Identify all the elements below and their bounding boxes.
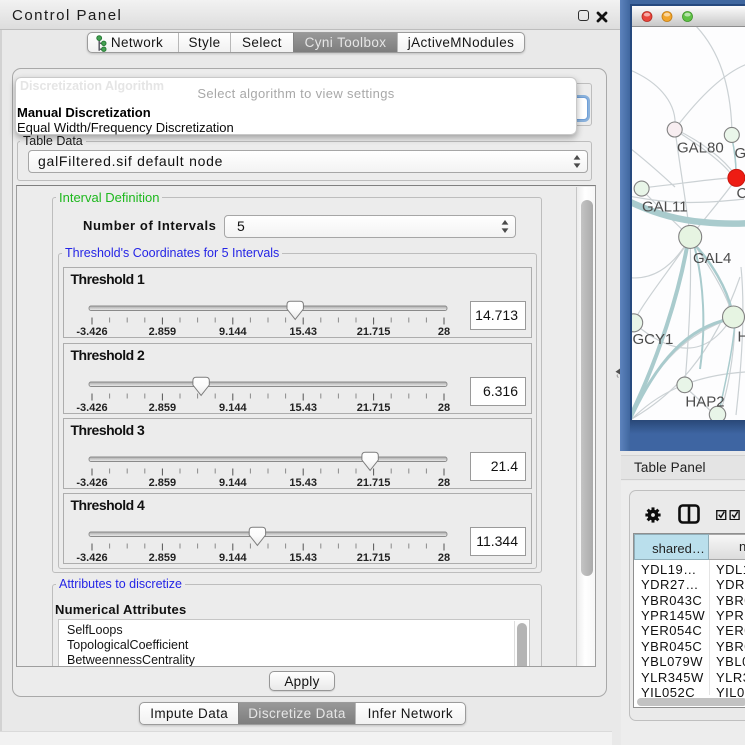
svg-text:2.859: 2.859 [149, 326, 177, 338]
svg-text:-3.426: -3.426 [76, 402, 107, 414]
svg-text:15.43: 15.43 [289, 326, 317, 338]
svg-text:28: 28 [438, 402, 450, 414]
svg-text:15.43: 15.43 [289, 477, 317, 489]
svg-text:28: 28 [438, 326, 450, 338]
svg-text:21.715: 21.715 [357, 402, 391, 414]
svg-text:-3.426: -3.426 [76, 552, 107, 564]
svg-text:2.859: 2.859 [149, 552, 177, 564]
svg-text:21.715: 21.715 [357, 477, 391, 489]
svg-text:9.144: 9.144 [219, 402, 247, 414]
svg-text:15.43: 15.43 [289, 402, 317, 414]
svg-text:-3.426: -3.426 [76, 326, 107, 338]
svg-text:28: 28 [438, 477, 450, 489]
svg-text:9.144: 9.144 [219, 477, 247, 489]
svg-text:2.859: 2.859 [149, 477, 177, 489]
svg-text:GAL4: GAL4 [693, 250, 731, 267]
svg-text:28: 28 [438, 552, 450, 564]
svg-text:-3.426: -3.426 [76, 477, 107, 489]
svg-text:2.859: 2.859 [149, 402, 177, 414]
svg-text:9.144: 9.144 [219, 326, 247, 338]
svg-text:21.715: 21.715 [357, 552, 391, 564]
svg-text:GA: GA [735, 145, 745, 162]
svg-text:C: C [737, 185, 745, 202]
svg-text:HAP2: HAP2 [685, 394, 724, 411]
svg-text:9.144: 9.144 [219, 552, 247, 564]
svg-text:HI: HI [738, 329, 745, 346]
svg-text:GAL80: GAL80 [677, 140, 724, 157]
svg-text:15.43: 15.43 [289, 552, 317, 564]
svg-text:GCY1: GCY1 [633, 331, 674, 348]
svg-text:GAL11: GAL11 [642, 199, 688, 216]
svg-text:21.715: 21.715 [357, 326, 391, 338]
